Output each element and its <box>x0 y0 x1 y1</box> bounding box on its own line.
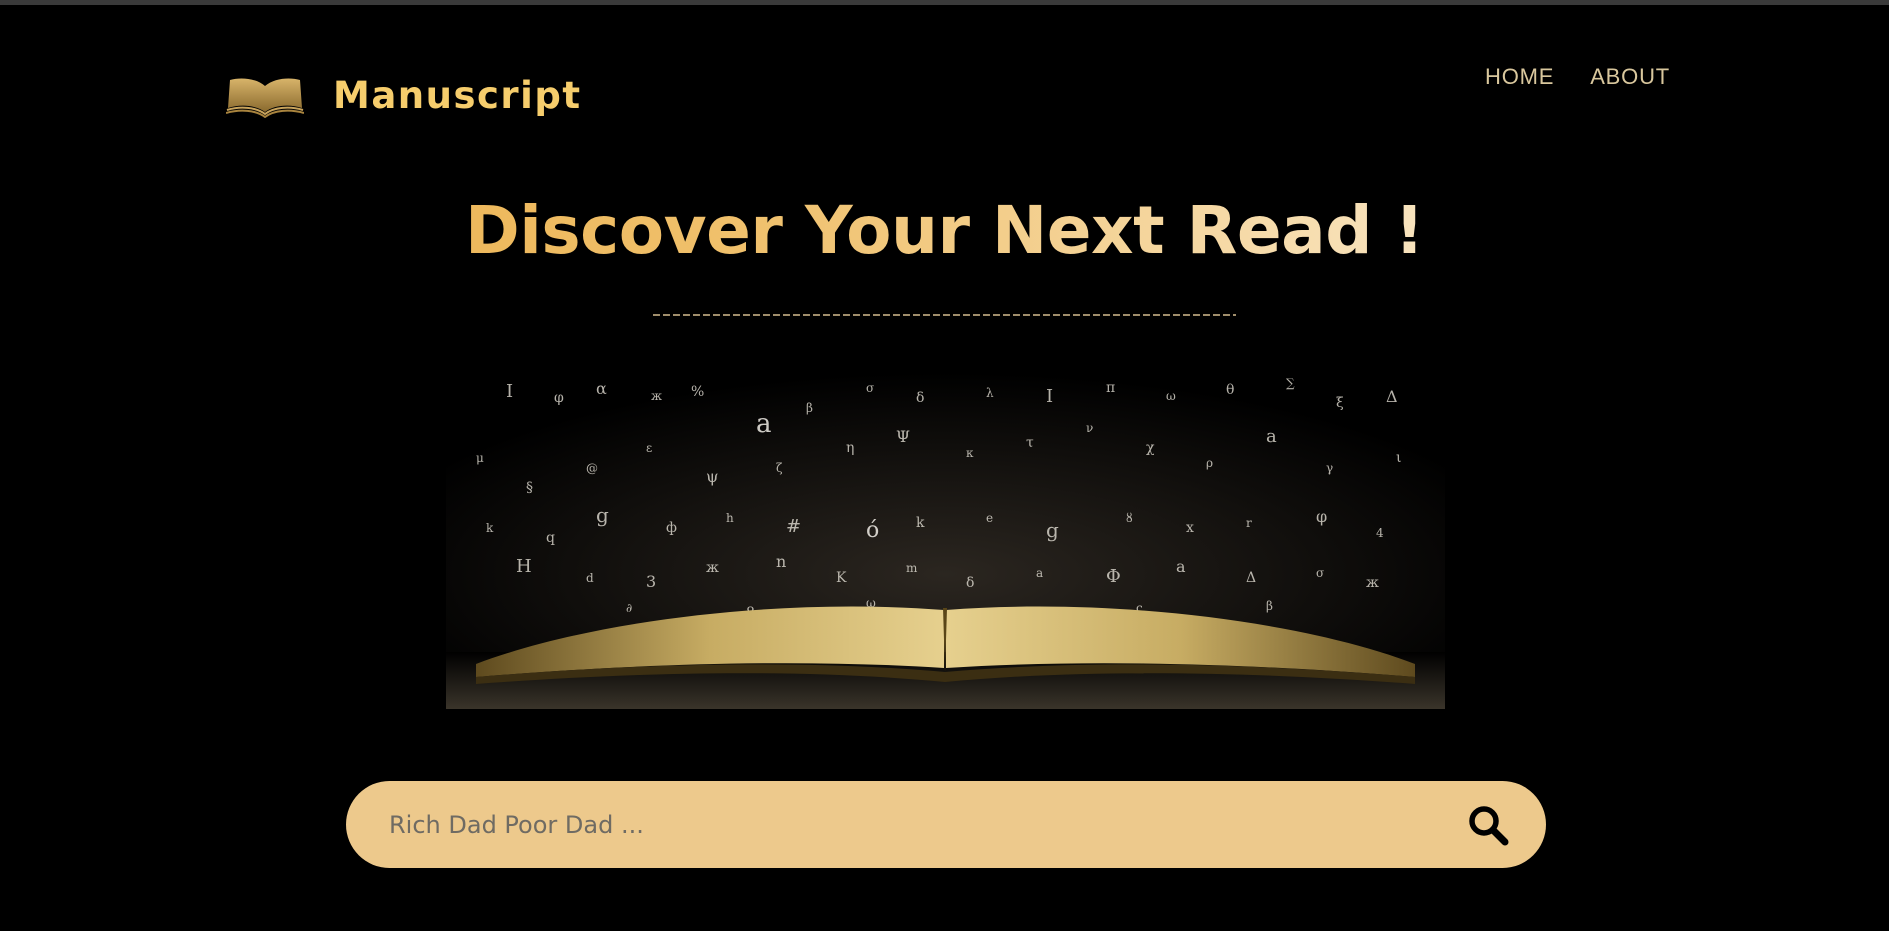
page-headline: Discover Your Next Read ! <box>0 192 1889 270</box>
svg-text:ξ: ξ <box>1336 395 1344 411</box>
svg-text:k: k <box>916 515 925 531</box>
brand[interactable]: Manuscript <box>226 74 582 118</box>
svg-text:#: # <box>786 516 801 537</box>
svg-text:∑: ∑ <box>1286 376 1295 390</box>
svg-text:d: d <box>586 571 594 585</box>
svg-text:4: 4 <box>1376 526 1384 540</box>
search-button[interactable] <box>1463 800 1513 850</box>
hero-book-image: I φ α ж % a β σ δ λ I π ω θ ∑ ξ Δ μ § @ … <box>446 372 1445 709</box>
svg-text:ф: ф <box>666 520 677 536</box>
svg-text:I: I <box>1046 386 1053 407</box>
svg-text:k: k <box>486 521 494 535</box>
search-bar <box>346 781 1546 868</box>
svg-text:a: a <box>1176 557 1186 576</box>
svg-text:q: q <box>546 530 555 546</box>
headline-text: Discover Your Next Read ! <box>464 192 1425 269</box>
svg-text:Ψ: Ψ <box>896 427 910 446</box>
svg-text:g: g <box>1046 518 1059 542</box>
svg-text:ψ: ψ <box>706 467 719 486</box>
svg-text:τ: τ <box>1026 435 1034 451</box>
svg-text:e: e <box>986 511 993 525</box>
svg-text:m: m <box>906 561 918 575</box>
main-nav: HOME ABOUT <box>1485 64 1670 90</box>
svg-text:β: β <box>806 401 813 415</box>
svg-text:n: n <box>776 552 786 571</box>
svg-text:a: a <box>1266 426 1277 447</box>
svg-text:I: I <box>506 381 513 402</box>
dashed-divider <box>653 314 1236 316</box>
open-book-icon <box>226 78 304 118</box>
svg-text:ε: ε <box>646 441 652 455</box>
svg-text:@: @ <box>586 461 598 475</box>
svg-text:ó: ó <box>866 518 879 543</box>
svg-text:δ: δ <box>966 575 974 591</box>
svg-text:x: x <box>1186 520 1194 536</box>
svg-text:π: π <box>1106 380 1115 396</box>
svg-text:ν: ν <box>1086 421 1093 435</box>
svg-text:r: r <box>1246 516 1252 530</box>
svg-text:§: § <box>526 480 533 496</box>
svg-text:Φ: Φ <box>1106 566 1121 587</box>
nav-about-link[interactable]: ABOUT <box>1590 64 1670 90</box>
svg-text:λ: λ <box>986 386 994 400</box>
svg-text:a: a <box>756 409 772 439</box>
search-icon <box>1469 805 1509 845</box>
svg-text:ж: ж <box>651 389 662 403</box>
svg-text:θ: θ <box>1226 382 1234 398</box>
svg-text:3: 3 <box>646 572 656 591</box>
brand-name: Manuscript <box>333 74 582 117</box>
svg-text:a: a <box>1036 566 1043 580</box>
svg-text:χ: χ <box>1146 440 1155 456</box>
svg-text:γ: γ <box>1326 461 1333 475</box>
svg-text:φ: φ <box>554 390 564 406</box>
nav-home-link[interactable]: HOME <box>1485 64 1554 90</box>
search-input[interactable] <box>387 793 1463 856</box>
svg-text:κ: κ <box>966 446 974 460</box>
svg-text:%: % <box>691 384 704 400</box>
svg-text:H: H <box>516 556 532 577</box>
svg-text:ω: ω <box>1166 389 1176 403</box>
svg-text:h: h <box>726 511 734 525</box>
svg-text:∂: ∂ <box>626 601 632 615</box>
svg-text:ж: ж <box>706 560 719 576</box>
svg-text:μ: μ <box>476 451 484 465</box>
svg-text:Δ: Δ <box>1386 387 1398 406</box>
svg-text:Δ: Δ <box>1246 570 1256 586</box>
svg-text:β: β <box>1266 599 1273 613</box>
svg-text:ι: ι <box>1396 450 1402 466</box>
svg-text:K: K <box>836 570 847 586</box>
svg-text:σ: σ <box>866 381 874 395</box>
svg-text:φ: φ <box>1316 507 1327 526</box>
svg-text:δ: δ <box>916 390 924 406</box>
svg-text:ρ: ρ <box>1206 456 1213 470</box>
svg-text:σ: σ <box>1316 566 1324 580</box>
svg-text:η: η <box>846 440 854 456</box>
svg-text:ж: ж <box>1366 575 1379 591</box>
window-top-border <box>0 0 1889 5</box>
svg-text:α: α <box>596 379 607 398</box>
svg-text:ȣ: ȣ <box>1126 511 1133 525</box>
svg-text:ζ: ζ <box>776 461 783 475</box>
svg-text:g: g <box>596 503 609 527</box>
